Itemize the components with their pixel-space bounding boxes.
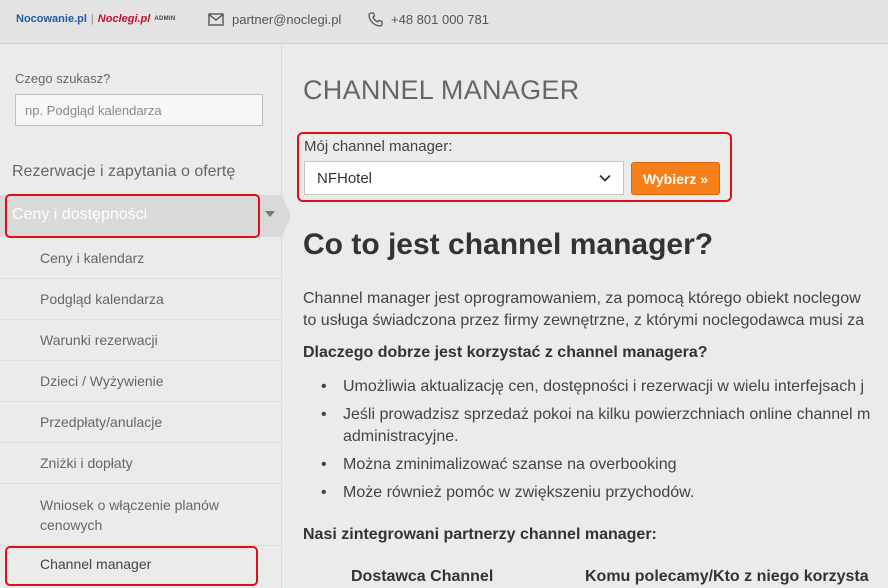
table-header-provider: Dostawca Channel xyxy=(351,568,494,585)
top-bar: Nocowanie.pl | Noclegi.pl ADMIN partner@noc… xyxy=(0,0,888,44)
email-text: partner@noclegi.pl xyxy=(232,12,342,27)
sidebar-item-wniosek-plany-cenowe[interactable]: Wniosek o włączenie planów cenowych xyxy=(0,484,282,546)
channel-manager-selector: Mój channel manager: NFHotel Wybierz » xyxy=(297,132,732,202)
logo-admin-badge: ADMIN xyxy=(154,16,176,23)
partners-heading: Nasi zintegrowani partnerzy channel mana… xyxy=(303,526,657,543)
search-label: Czego szukasz? xyxy=(15,71,111,86)
phone-icon xyxy=(368,12,383,27)
intro-line-2: to usługa świadczona przez firmy zewnętr… xyxy=(303,312,865,329)
sidebar-section-reservations[interactable]: Rezerwacje i zapytania o ofertę xyxy=(12,163,235,181)
sidebar-item-warunki-rezerwacji[interactable]: Warunki rezerwacji xyxy=(0,320,282,361)
intro-line-1: Channel manager jest oprogramowaniem, za… xyxy=(303,290,861,307)
sidebar-subnav: Ceny i kalendarz Podgląd kalendarza Waru… xyxy=(0,238,282,546)
search-input[interactable] xyxy=(15,94,263,126)
sidebar-item-channel-manager-label: Channel manager xyxy=(40,556,152,572)
main-content: CHANNEL MANAGER Mój channel manager: NFH… xyxy=(283,45,888,588)
choose-button[interactable]: Wybierz » xyxy=(631,162,720,195)
highlight-box-prices xyxy=(5,194,260,238)
list-item: Umożliwia aktualizację cen, dostępności … xyxy=(303,376,888,398)
sidebar: Czego szukasz? Rezerwacje i zapytania o … xyxy=(0,45,291,588)
bullet-text: Umożliwia aktualizację cen, dostępności … xyxy=(343,378,865,395)
bullet-text: Może również pomóc w zwiększeniu przycho… xyxy=(343,484,695,501)
logo-noclegi: Noclegi.pl xyxy=(97,13,151,25)
contact-email[interactable]: partner@noclegi.pl xyxy=(208,12,341,27)
sidebar-item-ceny-i-kalendarz[interactable]: Ceny i kalendarz xyxy=(0,238,282,279)
list-item: Można zminimalizować szanse na overbooki… xyxy=(303,454,888,476)
bullet-text: Jeśli prowadzisz sprzedaż pokoi na kilku… xyxy=(343,406,871,423)
benefits-list: Umożliwia aktualizację cen, dostępności … xyxy=(303,376,888,510)
intro-paragraph: Channel manager jest oprogramowaniem, za… xyxy=(303,288,888,332)
channel-manager-selected-value: NFHotel xyxy=(317,169,373,187)
chevron-down-icon xyxy=(265,211,275,217)
why-heading: Dlaczego dobrze jest korzystać z channel… xyxy=(303,344,708,361)
list-item: Jeśli prowadzisz sprzedaż pokoi na kilku… xyxy=(303,404,888,448)
channel-manager-select[interactable]: NFHotel xyxy=(304,161,624,195)
page-title: CHANNEL MANAGER xyxy=(303,75,580,105)
envelope-icon xyxy=(208,13,224,26)
table-header-recommended-for: Komu polecamy/Kto z niego korzysta xyxy=(585,568,869,585)
list-item: Może również pomóc w zwiększeniu przycho… xyxy=(303,482,888,504)
phone-text: +48 801 000 781 xyxy=(391,12,489,27)
sidebar-item-podglad-kalendarza[interactable]: Podgląd kalendarza xyxy=(0,279,282,320)
logo[interactable]: Nocowanie.pl | Noclegi.pl ADMIN xyxy=(16,13,176,25)
sidebar-item-dzieci-wyzywienie[interactable]: Dzieci / Wyżywienie xyxy=(0,361,282,402)
logo-separator: | xyxy=(90,13,94,25)
bullet-text-continued: administracyjne. xyxy=(343,428,459,445)
contact-phone[interactable]: +48 801 000 781 xyxy=(368,12,489,27)
chevron-down-icon xyxy=(599,174,611,182)
section-heading: Co to jest channel manager? xyxy=(303,228,714,261)
logo-nocowanie: Nocowanie.pl xyxy=(16,13,87,25)
channel-manager-label: Mój channel manager: xyxy=(304,138,453,155)
bullet-text: Można zminimalizować szanse na overbooki… xyxy=(343,456,677,473)
sidebar-item-znizki-i-doplaty[interactable]: Zniżki i dopłaty xyxy=(0,443,282,484)
sidebar-item-przedplaty-anulacje[interactable]: Przedpłaty/anulacje xyxy=(0,402,282,443)
